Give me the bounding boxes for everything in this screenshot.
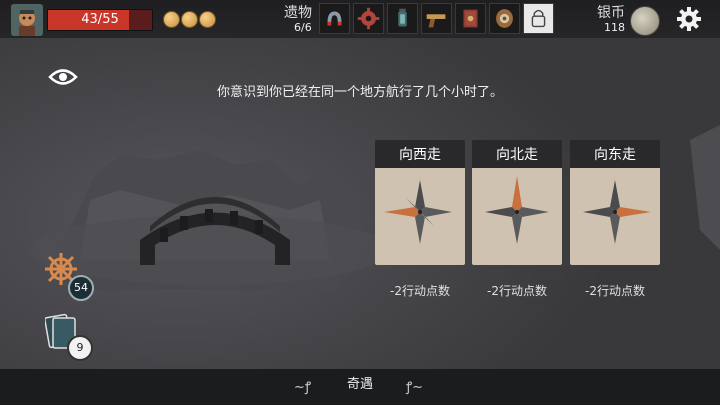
choice-card-west[interactable]: 向西走 <box>375 140 465 265</box>
choice-cost: -2行动点数 <box>390 284 450 298</box>
gear-icon[interactable] <box>676 6 702 32</box>
coin-icon <box>163 11 180 28</box>
coin-icon <box>181 11 198 28</box>
silver-count: 118 <box>604 21 625 34</box>
relics-label: 遗物 <box>284 5 312 21</box>
lantern-icon[interactable] <box>387 3 418 34</box>
health-text: 43/55 <box>81 12 119 27</box>
pistol-icon[interactable] <box>421 3 452 34</box>
action-points-badge: 54 <box>68 275 94 301</box>
choice-title: 向西走 <box>375 140 465 170</box>
compass-east-icon <box>570 168 660 265</box>
encounter-title: 奇遇 <box>346 377 373 392</box>
choice-card-north[interactable]: 向北走 <box>472 140 562 265</box>
silver-coin-icon <box>630 6 660 36</box>
cog-icon[interactable] <box>353 3 384 34</box>
compass-north-icon <box>472 168 562 265</box>
book-icon[interactable] <box>455 3 486 34</box>
choice-card-east[interactable]: 向东走 <box>570 140 660 265</box>
deck-count-badge: 9 <box>67 335 93 361</box>
top-bar: 43/55 遗物 6/6 银币 118 <box>0 0 720 38</box>
coin-icon <box>199 11 216 28</box>
choice-cost: -2行动点数 <box>585 284 645 298</box>
barrel-icon[interactable] <box>489 3 520 34</box>
silver-label: 银币 <box>597 5 625 21</box>
health-bar: 43/55 <box>47 9 153 31</box>
choice-title: 向东走 <box>570 140 660 170</box>
event-text: 你意识到你已经在同一个地方航行了几个小时了。 <box>216 85 503 100</box>
flourish-right-icon: ꝭ~ <box>406 380 424 395</box>
relics-count: 6/6 <box>294 21 312 34</box>
magnet-icon[interactable] <box>319 3 350 34</box>
choice-title: 向北走 <box>472 140 562 170</box>
choice-cost: -2行动点数 <box>487 284 547 298</box>
compass-west-icon <box>375 168 465 265</box>
padlock-icon[interactable] <box>523 3 554 34</box>
character-portrait[interactable] <box>10 3 44 37</box>
eye-icon[interactable] <box>48 66 78 88</box>
